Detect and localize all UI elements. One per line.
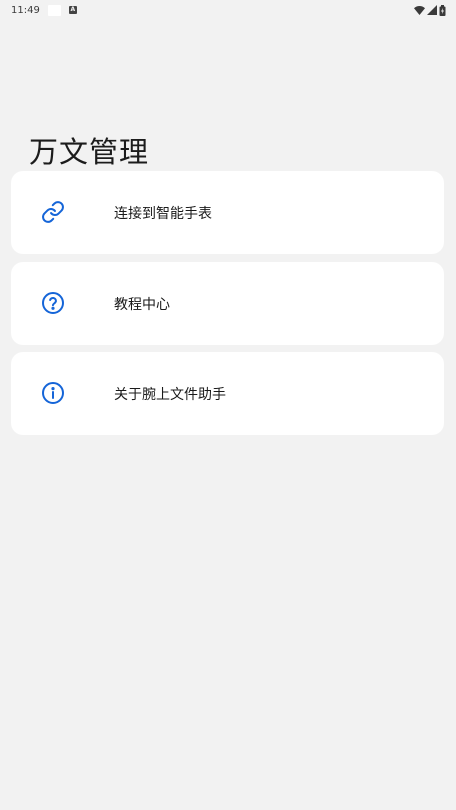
wifi-icon bbox=[414, 5, 425, 15]
status-time: 11:49 bbox=[11, 4, 40, 16]
about-app-label: 关于腕上文件助手 bbox=[114, 386, 226, 403]
a-badge-icon: A bbox=[68, 6, 77, 14]
tutorial-center-label: 教程中心 bbox=[114, 296, 170, 313]
status-right bbox=[414, 4, 446, 16]
battery-icon bbox=[439, 4, 446, 16]
signal-icon bbox=[427, 5, 437, 15]
tutorial-center-item[interactable]: 教程中心 bbox=[11, 262, 444, 345]
status-left: 11:49 A bbox=[11, 4, 77, 16]
page-title: 万文管理 bbox=[29, 135, 150, 170]
help-circle-icon bbox=[42, 292, 64, 314]
link-icon bbox=[42, 201, 64, 223]
connect-watch-label: 连接到智能手表 bbox=[114, 205, 212, 222]
info-circle-icon bbox=[42, 382, 64, 404]
connect-watch-item[interactable]: 连接到智能手表 bbox=[11, 171, 444, 254]
about-app-item[interactable]: 关于腕上文件助手 bbox=[11, 352, 444, 435]
notification-placeholder-icon bbox=[47, 4, 61, 16]
status-bar: 11:49 A bbox=[0, 0, 456, 20]
